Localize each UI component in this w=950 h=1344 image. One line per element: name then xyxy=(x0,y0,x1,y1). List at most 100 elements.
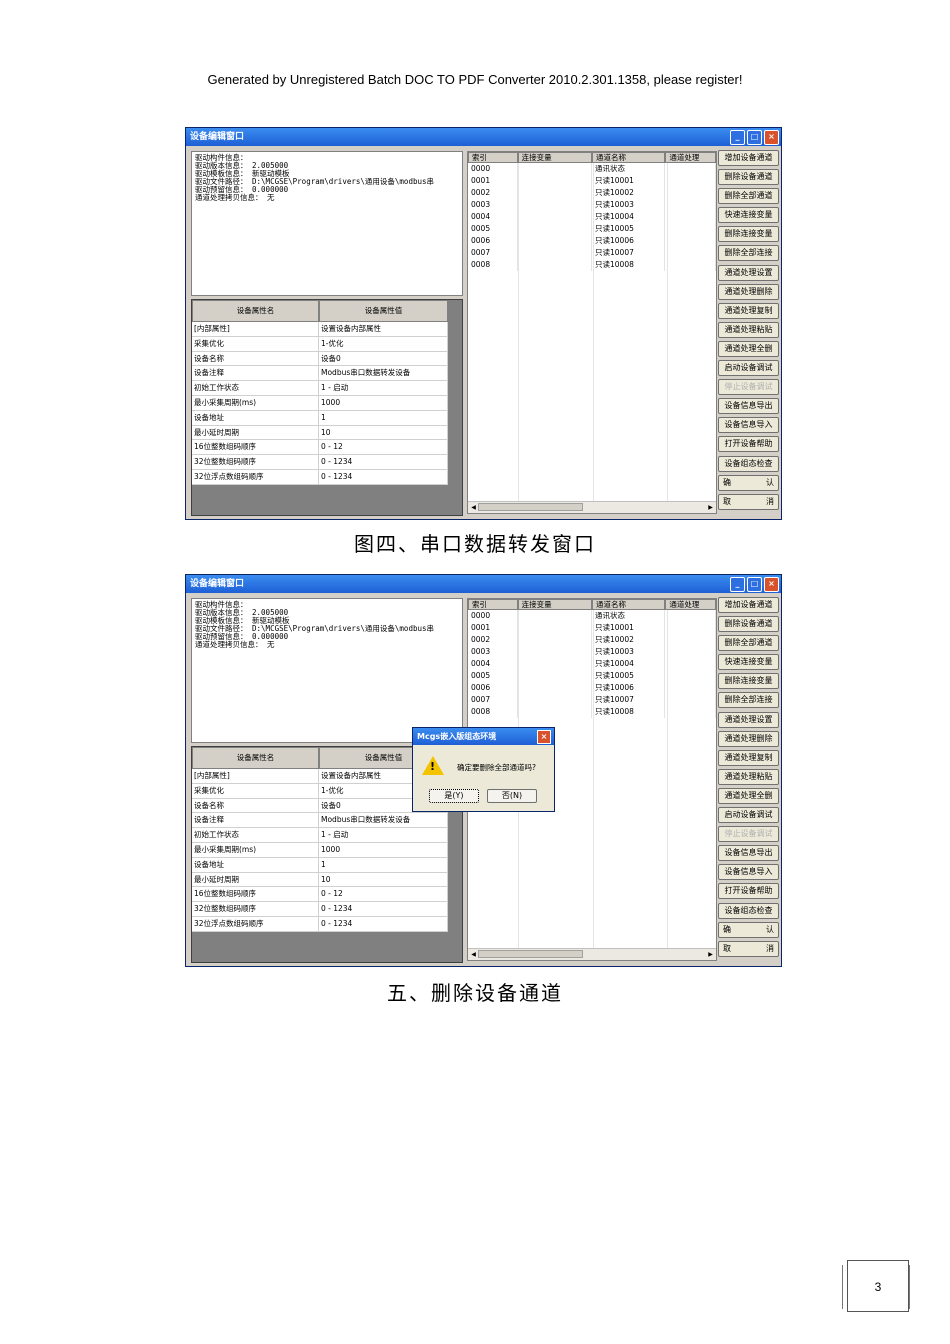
no-button[interactable]: 否(N) xyxy=(487,789,537,803)
start-debug-button[interactable]: 启动设备调试 xyxy=(718,807,779,824)
delete-connection-button[interactable]: 删除连接变量 xyxy=(718,673,779,690)
maximize-icon[interactable]: □ xyxy=(747,130,762,145)
channel-row[interactable]: 0006 只读10006 xyxy=(468,235,716,247)
channel-row[interactable]: 0005 只读10005 xyxy=(468,670,716,682)
prop-value[interactable]: 1000 xyxy=(319,395,448,411)
maximize-icon[interactable]: □ xyxy=(747,577,762,592)
delete-connection-button[interactable]: 删除连接变量 xyxy=(718,226,779,243)
prop-value[interactable]: 设备0 xyxy=(319,351,448,367)
cancel-button[interactable]: 取消 xyxy=(718,493,779,510)
prop-value[interactable]: 设置设备内部属性 xyxy=(319,322,448,337)
device-help-button[interactable]: 打开设备帮助 xyxy=(718,436,779,453)
prop-value[interactable]: 1 - 启动 xyxy=(319,381,448,396)
prop-value[interactable]: 1 xyxy=(319,857,448,873)
scroll-left-icon[interactable]: ◀ xyxy=(469,950,478,959)
prop-row[interactable]: 设备名称 设备0 xyxy=(192,798,448,814)
quick-connect-button[interactable]: 快速连接变量 xyxy=(718,207,779,224)
close-icon[interactable]: × xyxy=(764,577,779,592)
prop-value[interactable]: 10 xyxy=(319,872,448,888)
minimize-icon[interactable]: _ xyxy=(730,577,745,592)
minimize-icon[interactable]: _ xyxy=(730,130,745,145)
channel-row[interactable]: 0004 只读10004 xyxy=(468,658,716,670)
export-info-button[interactable]: 设备信息导出 xyxy=(718,398,779,415)
prop-value[interactable]: 0 - 12 xyxy=(319,887,448,903)
prop-row[interactable]: 设备地址 1 xyxy=(192,410,448,426)
yes-button[interactable]: 是(Y) xyxy=(429,789,479,803)
channel-process-delete-button[interactable]: 通道处理删除 xyxy=(718,283,779,300)
prop-value[interactable]: 0 - 12 xyxy=(319,440,448,456)
prop-name-header[interactable]: 设备属性名 xyxy=(192,300,319,322)
channel-process-settings-button[interactable]: 通道处理设置 xyxy=(718,711,779,728)
scroll-thumb[interactable] xyxy=(478,503,583,511)
channel-row[interactable]: 0007 只读10007 xyxy=(468,694,716,706)
channel-process-copy-button[interactable]: 通道处理复制 xyxy=(718,302,779,319)
import-info-button[interactable]: 设备信息导入 xyxy=(718,417,779,434)
prop-row[interactable]: 32位整数组码顺序 0 - 1234 xyxy=(192,902,448,917)
add-channel-button[interactable]: 增加设备通道 xyxy=(718,597,779,613)
col-variable-header[interactable]: 连接变量 xyxy=(517,152,592,163)
channel-row[interactable]: 0002 只读10002 xyxy=(468,634,716,646)
scroll-right-icon[interactable]: ▶ xyxy=(706,950,715,959)
channel-row[interactable]: 0001 只读10001 xyxy=(468,622,716,634)
delete-all-connections-button[interactable]: 删除全部连接 xyxy=(718,692,779,709)
col-index-header[interactable]: 索引 xyxy=(468,152,518,163)
prop-value[interactable]: 1 - 启动 xyxy=(319,828,448,843)
stop-debug-button[interactable]: 停止设备调试 xyxy=(718,379,779,396)
channel-process-settings-button[interactable]: 通道处理设置 xyxy=(718,264,779,281)
col-index-header[interactable]: 索引 xyxy=(468,599,518,610)
dialog-close-icon[interactable]: × xyxy=(537,730,551,744)
prop-row[interactable]: 设备注释 Modbus串口数据转发设备 xyxy=(192,813,448,829)
close-icon[interactable]: × xyxy=(764,130,779,145)
prop-value[interactable]: 0 - 1234 xyxy=(319,902,448,917)
prop-value[interactable]: 1-优化 xyxy=(319,336,448,352)
delete-channel-button[interactable]: 删除设备通道 xyxy=(718,169,779,186)
scroll-right-icon[interactable]: ▶ xyxy=(706,503,715,512)
prop-row[interactable]: 设备名称 设备0 xyxy=(192,351,448,367)
prop-row[interactable]: 最小延时周期 10 xyxy=(192,425,448,441)
prop-value[interactable]: 0 - 1234 xyxy=(319,455,448,470)
channel-row[interactable]: 0003 只读10003 xyxy=(468,199,716,211)
delete-all-connections-button[interactable]: 删除全部连接 xyxy=(718,245,779,262)
col-processing-header[interactable]: 通道处理 xyxy=(665,152,716,163)
config-check-button[interactable]: 设备组态检查 xyxy=(718,902,779,919)
prop-row[interactable]: 16位整数组码顺序 0 - 12 xyxy=(192,440,448,456)
quick-connect-button[interactable]: 快速连接变量 xyxy=(718,654,779,671)
prop-row[interactable]: 最小延时周期 10 xyxy=(192,872,448,888)
delete-all-channels-button[interactable]: 删除全部通道 xyxy=(718,635,779,652)
confirm-button[interactable]: 确认 xyxy=(718,474,779,491)
prop-row[interactable]: 设备地址 1 xyxy=(192,857,448,873)
col-channel-name-header[interactable]: 通道名称 xyxy=(592,152,666,163)
channel-row[interactable]: 0007 只读10007 xyxy=(468,247,716,259)
prop-row[interactable]: 32位浮点数组码顺序 0 - 1234 xyxy=(192,469,448,485)
col-variable-header[interactable]: 连接变量 xyxy=(517,599,592,610)
scroll-left-icon[interactable]: ◀ xyxy=(469,503,478,512)
channel-process-copy-button[interactable]: 通道处理复制 xyxy=(718,749,779,766)
horizontal-scrollbar[interactable]: ◀ ▶ xyxy=(468,501,716,513)
cancel-button[interactable]: 取消 xyxy=(718,940,779,957)
prop-name-header[interactable]: 设备属性名 xyxy=(192,747,319,769)
prop-value[interactable]: 10 xyxy=(319,425,448,441)
export-info-button[interactable]: 设备信息导出 xyxy=(718,845,779,862)
config-check-button[interactable]: 设备组态检查 xyxy=(718,455,779,472)
prop-row[interactable]: 最小采集周期(ms) 1000 xyxy=(192,842,448,858)
scroll-thumb[interactable] xyxy=(478,950,583,958)
prop-value[interactable]: 1000 xyxy=(319,842,448,858)
channel-row[interactable]: 0008 只读10008 xyxy=(468,706,716,718)
channel-process-clear-button[interactable]: 通道处理全删 xyxy=(718,340,779,357)
channel-row[interactable]: 0005 只读10005 xyxy=(468,223,716,235)
prop-row[interactable]: 16位整数组码顺序 0 - 12 xyxy=(192,887,448,903)
prop-value[interactable]: 0 - 1234 xyxy=(319,469,448,485)
channel-row[interactable]: 0001 只读10001 xyxy=(468,175,716,187)
prop-row[interactable]: 采集优化 1-优化 xyxy=(192,783,448,799)
channel-row[interactable]: 0006 只读10006 xyxy=(468,682,716,694)
prop-value[interactable]: 0 - 1234 xyxy=(319,916,448,932)
channel-row[interactable]: 0002 只读10002 xyxy=(468,187,716,199)
delete-all-channels-button[interactable]: 删除全部通道 xyxy=(718,188,779,205)
prop-row[interactable]: 初始工作状态 1 - 启动 xyxy=(192,828,448,843)
import-info-button[interactable]: 设备信息导入 xyxy=(718,864,779,881)
prop-row[interactable]: 采集优化 1-优化 xyxy=(192,336,448,352)
col-processing-header[interactable]: 通道处理 xyxy=(665,599,716,610)
col-channel-name-header[interactable]: 通道名称 xyxy=(592,599,666,610)
prop-value-header[interactable]: 设备属性值 xyxy=(319,300,448,322)
prop-row[interactable]: [内部属性] 设置设备内部属性 xyxy=(192,322,448,337)
